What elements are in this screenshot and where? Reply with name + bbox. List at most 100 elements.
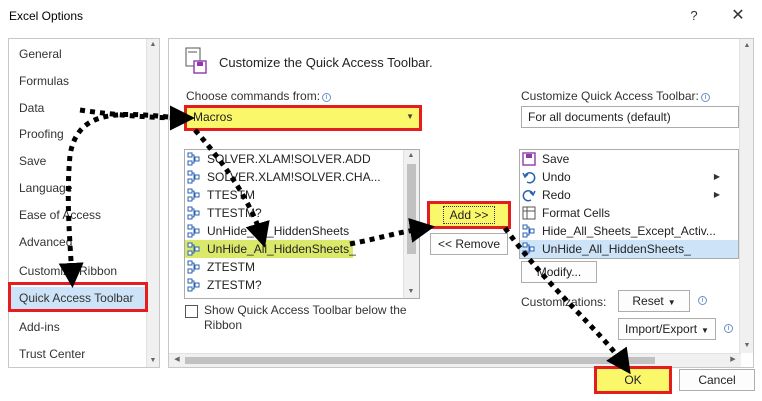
list-item[interactable]: Redo ▶ bbox=[520, 186, 726, 204]
help-button[interactable]: ? bbox=[684, 6, 704, 26]
sidebar-item-proofing[interactable]: Proofing bbox=[19, 123, 64, 145]
scroll-up-icon[interactable]: ▲ bbox=[147, 39, 159, 51]
list-item-selected[interactable]: UnHide_All_HiddenSheets_ bbox=[185, 240, 356, 258]
import-export-button-label: Import/Export bbox=[625, 322, 698, 336]
info-icon: i bbox=[698, 296, 707, 305]
customizations-label: Customizations: bbox=[521, 295, 607, 309]
remove-button[interactable]: << Remove bbox=[430, 233, 508, 255]
info-icon: i bbox=[700, 93, 710, 102]
scroll-down-icon[interactable]: ▼ bbox=[405, 286, 417, 298]
close-button[interactable]: ✕ bbox=[724, 6, 752, 26]
undo-icon bbox=[522, 172, 536, 184]
sidebar-scrollbar[interactable]: ▲ ▼ bbox=[146, 39, 159, 367]
sidebar-item-add-ins[interactable]: Add-ins bbox=[19, 316, 60, 338]
macro-icon bbox=[187, 152, 200, 166]
list-item[interactable]: SOLVER.XLAM!SOLVER.CHA... bbox=[185, 168, 381, 186]
chevron-right-icon: ▶ bbox=[713, 190, 720, 199]
toolbar-item-label: Undo bbox=[542, 170, 571, 184]
section-heading: Customize the Quick Access Toolbar. bbox=[219, 55, 433, 70]
macro-icon bbox=[187, 224, 200, 238]
macro-icon bbox=[187, 206, 200, 220]
annotation-box-sidebar bbox=[8, 282, 148, 312]
scroll-thumb[interactable] bbox=[407, 164, 416, 254]
macro-icon bbox=[187, 188, 200, 202]
command-label: SOLVER.XLAM!SOLVER.ADD bbox=[207, 152, 371, 166]
scroll-down-icon[interactable]: ▼ bbox=[147, 355, 159, 367]
command-label: TTESTM? bbox=[207, 206, 262, 220]
macro-icon bbox=[522, 224, 535, 238]
scroll-right-icon[interactable]: ▶ bbox=[727, 354, 739, 366]
sidebar-item-general[interactable]: General bbox=[19, 43, 62, 65]
list-item[interactable]: Undo ▶ bbox=[520, 168, 726, 186]
sidebar-item-save[interactable]: Save bbox=[19, 150, 46, 172]
add-button-label: Add >> bbox=[442, 206, 496, 224]
import-export-button[interactable]: Import/Export ▼ bbox=[618, 318, 716, 340]
list-item[interactable]: TTESTM? bbox=[185, 204, 262, 222]
toolbar-item-label: Save bbox=[542, 152, 570, 166]
show-below-ribbon-checkbox[interactable] bbox=[185, 305, 198, 318]
command-label: ZTESTM bbox=[207, 260, 255, 274]
chevron-down-icon: ▼ bbox=[406, 112, 414, 121]
list-item[interactable]: Save bbox=[520, 150, 569, 168]
customize-toolbar-label: Customize Quick Access Toolbar: i bbox=[521, 89, 710, 103]
choose-commands-label: Choose commands from: i bbox=[186, 89, 332, 103]
customize-toolbar-dropdown[interactable]: For all documents (default) bbox=[521, 106, 739, 128]
commands-list[interactable]: SOLVER.XLAM!SOLVER.ADD SOLVER.XLAM!SOLVE… bbox=[184, 149, 420, 299]
sidebar-item-trust-center[interactable]: Trust Center bbox=[19, 343, 85, 365]
sidebar-item-ease-of-access[interactable]: Ease of Access bbox=[19, 204, 101, 226]
list-item[interactable]: Hide_All_Sheets_Except_Activ... bbox=[520, 222, 716, 240]
chevron-down-icon: ▼ bbox=[701, 326, 709, 335]
choose-commands-dropdown[interactable]: Macros ▼ bbox=[184, 105, 422, 131]
command-label: TTESTM bbox=[207, 188, 255, 202]
toolbar-items-list[interactable]: Save Undo ▶ Redo ▶ Format Cells Hide_All… bbox=[519, 149, 739, 259]
customize-toolbar-value: For all documents (default) bbox=[528, 110, 671, 124]
customize-toolbar-text: Customize Quick Access Toolbar: bbox=[521, 89, 699, 103]
list-item-selected[interactable]: UnHide_All_HiddenSheets_ bbox=[520, 240, 738, 258]
macro-icon bbox=[187, 170, 200, 184]
save-icon bbox=[522, 152, 536, 166]
choose-commands-value: Macros bbox=[193, 110, 233, 124]
format-cells-icon bbox=[522, 206, 536, 220]
macro-icon bbox=[187, 278, 200, 292]
info-icon: i bbox=[724, 324, 733, 333]
content-horizontal-scrollbar[interactable]: ◀ ▶ bbox=[169, 353, 741, 367]
sidebar-item-formulas[interactable]: Formulas bbox=[19, 70, 69, 92]
title-bar: Excel Options ? ✕ bbox=[0, 0, 762, 32]
scroll-up-icon[interactable]: ▲ bbox=[405, 150, 417, 162]
add-button[interactable]: Add >> bbox=[427, 201, 511, 229]
window-title: Excel Options bbox=[9, 9, 84, 23]
list-item[interactable]: TTESTM bbox=[185, 186, 255, 204]
sidebar-item-data[interactable]: Data bbox=[19, 97, 44, 119]
info-icon: i bbox=[322, 93, 332, 102]
sidebar-item-language[interactable]: Language bbox=[19, 177, 72, 199]
list-item[interactable]: ZTESTM? bbox=[185, 276, 262, 294]
modify-button[interactable]: Modify... bbox=[521, 261, 597, 283]
options-sidebar: General Formulas Data Proofing Save Lang… bbox=[8, 38, 160, 368]
command-label: ZTESTM? bbox=[207, 278, 262, 292]
macro-icon bbox=[187, 260, 200, 274]
scroll-up-icon[interactable]: ▲ bbox=[741, 40, 753, 52]
sidebar-item-customize-ribbon[interactable]: Customize Ribbon bbox=[19, 260, 117, 282]
toolbar-item-label: Redo bbox=[542, 188, 571, 202]
chevron-right-icon: ▶ bbox=[713, 172, 720, 181]
list-item[interactable]: ZTESTM bbox=[185, 258, 255, 276]
macro-icon bbox=[522, 242, 535, 256]
chevron-down-icon: ▼ bbox=[667, 298, 676, 307]
reset-button[interactable]: Reset ▼ bbox=[618, 290, 690, 312]
toolbar-item-label: Hide_All_Sheets_Except_Activ... bbox=[542, 224, 716, 238]
content-vertical-scrollbar[interactable]: ▲ ▼ bbox=[739, 39, 753, 353]
list-item[interactable]: UnHide_All_HiddenSheets bbox=[185, 222, 349, 240]
sidebar-item-advanced[interactable]: Advanced bbox=[19, 231, 72, 253]
scroll-thumb[interactable] bbox=[185, 357, 655, 364]
list-item[interactable]: SOLVER.XLAM!SOLVER.ADD bbox=[185, 150, 371, 168]
scroll-left-icon[interactable]: ◀ bbox=[171, 354, 183, 366]
ok-button[interactable]: OK bbox=[594, 366, 672, 394]
commands-list-scrollbar[interactable]: ▲ ▼ bbox=[403, 150, 419, 298]
toolbar-item-label: UnHide_All_HiddenSheets_ bbox=[542, 242, 691, 256]
choose-commands-text: Choose commands from: bbox=[186, 89, 321, 103]
cancel-button[interactable]: Cancel bbox=[679, 369, 755, 391]
command-label: UnHide_All_HiddenSheets bbox=[207, 224, 350, 238]
list-item[interactable]: Format Cells bbox=[520, 204, 610, 222]
scroll-down-icon[interactable]: ▼ bbox=[741, 340, 753, 352]
reset-button-label: Reset bbox=[632, 294, 664, 308]
